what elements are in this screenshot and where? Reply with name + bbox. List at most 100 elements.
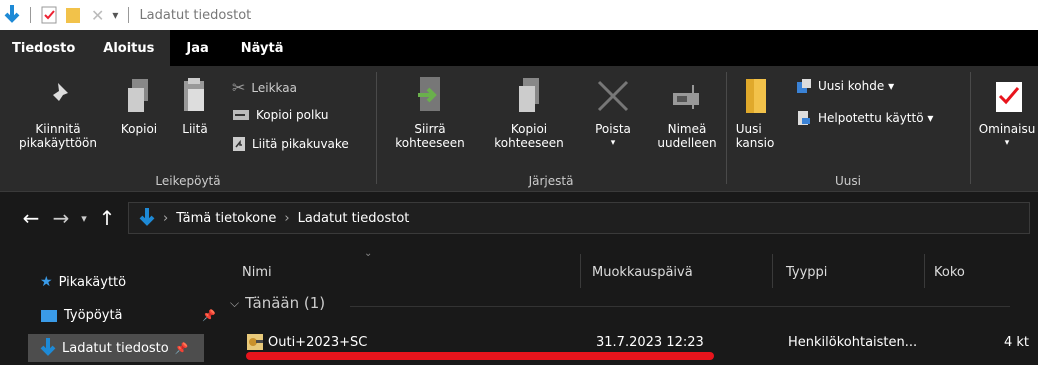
cut-button[interactable]: ✂ Leikkaa — [232, 78, 297, 97]
recent-locations-chevron-icon[interactable]: ▾ — [76, 212, 92, 225]
cut-label: Leikkaa — [251, 80, 297, 95]
tab-share[interactable]: Jaa — [170, 30, 224, 66]
properties-label: Ominaisu — [978, 122, 1036, 136]
quick-access-toolbar: ✕ ▾ — [0, 5, 131, 25]
properties-icon[interactable] — [41, 6, 57, 24]
column-header-size[interactable]: Koko — [934, 252, 965, 292]
ribbon-tabs: Tiedosto Aloitus Jaa Näytä — [0, 30, 1038, 66]
paste-label: Liitä — [182, 122, 208, 136]
copy-label: Kopioi — [120, 122, 158, 136]
group-label: Tänään (1) — [245, 294, 326, 312]
downloads-folder-icon — [139, 208, 155, 226]
group-header-today[interactable]: ⌵ Tänään (1) — [230, 294, 1010, 312]
toolbar-divider — [128, 7, 130, 23]
breadcrumb-separator-icon: › — [284, 210, 290, 226]
delete-x-icon — [597, 80, 629, 112]
clipboard-group: Kiinnitä pikakäyttöön Kopioi Liitä ✂ Lei… — [0, 66, 376, 192]
ribbon-divider — [970, 72, 971, 184]
back-arrow-icon[interactable]: ← — [16, 206, 46, 230]
nav-item-label: Pikakäyttö — [58, 274, 127, 290]
move-to-label: Siirrä kohteeseen — [395, 122, 465, 150]
paste-button[interactable]: Liitä — [172, 70, 218, 136]
new-item-button[interactable]: Uusi kohde ▾ — [796, 78, 894, 94]
nav-item-quick-access[interactable]: ★ Pikakäyttö — [40, 274, 126, 290]
pin-icon: 📌 — [174, 341, 189, 355]
new-folder-icon[interactable] — [65, 6, 83, 24]
up-arrow-icon[interactable]: ↑ — [92, 206, 122, 230]
tab-view[interactable]: Näytä — [225, 30, 300, 66]
sort-chevron-icon: ⌄ — [364, 248, 373, 259]
new-group: Uusi kansio Uusi kohde ▾ Helpotettu käyt… — [726, 66, 970, 192]
ribbon: Kiinnitä pikakäyttöön Kopioi Liitä ✂ Lei… — [0, 66, 1038, 192]
customize-toolbar-icon[interactable]: ▾ — [112, 8, 118, 22]
organize-group: Siirrä kohteeseen Kopioi kohteeseen Pois… — [376, 66, 726, 192]
rename-button[interactable]: Nimeä uudelleen — [650, 70, 724, 150]
copy-to-label: Kopioi kohteeseen — [494, 122, 564, 150]
pin-button[interactable]: Kiinnitä pikakäyttöön — [6, 70, 110, 150]
easy-access-label: Helpotettu käyttö ▾ — [818, 111, 934, 125]
paste-shortcut-icon — [233, 137, 245, 151]
pin-label: Kiinnitä pikakäyttöön — [19, 122, 97, 150]
copy-to-icon — [519, 78, 539, 112]
breadcrumb[interactable]: › Tämä tietokone › Ladatut tiedostot — [128, 202, 1030, 234]
new-folder-label: Uusi kansio — [735, 122, 775, 150]
breadcrumb-separator-icon: › — [163, 210, 169, 226]
move-to-icon — [418, 77, 440, 111]
pin-icon — [48, 83, 68, 106]
title-bar: ✕ ▾ Ladatut tiedostot — [0, 0, 1038, 30]
group-divider — [350, 306, 1010, 307]
download-arrow-icon — [4, 5, 20, 23]
file-size: 4 kt — [1004, 334, 1030, 350]
delete-button[interactable]: Poista ▾ — [586, 70, 640, 150]
column-divider — [580, 254, 581, 288]
scissors-icon: ✂ — [232, 78, 246, 97]
file-type: Henkilökohtaisten... — [788, 334, 918, 350]
copy-path-button[interactable]: Kopioi polku — [232, 108, 329, 122]
file-modified: 31.7.2023 12:23 — [596, 334, 704, 350]
copy-button[interactable]: Kopioi — [112, 70, 166, 136]
chevron-down-icon: ▾ — [610, 138, 616, 148]
navigation-pane: ★ Pikakäyttö Työpöytä 📌 Ladatut tiedosto… — [0, 244, 218, 365]
pin-icon: 📌 — [202, 309, 216, 322]
nav-item-desktop[interactable]: Työpöytä 📌 — [40, 308, 216, 323]
move-to-button[interactable]: Siirrä kohteeseen — [382, 70, 478, 150]
highlight-underline — [246, 352, 714, 360]
close-icon[interactable]: ✕ — [91, 6, 104, 25]
certificate-file-icon — [247, 334, 263, 350]
rename-label: Nimeä uudelleen — [657, 122, 717, 150]
breadcrumb-item-this-pc[interactable]: Tämä tietokone — [176, 211, 276, 226]
toolbar-divider — [30, 7, 31, 23]
column-header-modified[interactable]: Muokkauspäivä — [592, 252, 693, 292]
chevron-down-icon: ▾ — [1004, 138, 1010, 148]
desktop-icon — [41, 309, 57, 322]
file-list: ⌄ Nimi Muokkauspäivä Tyyppi Koko ⌵ Tänää… — [218, 244, 1038, 365]
paste-shortcut-button[interactable]: Liitä pikakuvake — [232, 136, 349, 152]
new-folder-button[interactable]: Uusi kansio — [732, 70, 778, 150]
file-name: Outi+2023+SC — [268, 334, 368, 350]
new-item-label: Uusi kohde ▾ — [818, 79, 895, 93]
folder-icon — [746, 79, 766, 113]
forward-arrow-icon[interactable]: → — [46, 206, 76, 230]
column-header-type[interactable]: Tyyppi — [786, 252, 827, 292]
copy-to-button[interactable]: Kopioi kohteeseen — [482, 70, 576, 150]
address-bar-row: ← → ▾ ↑ › Tämä tietokone › Ladatut tiedo… — [0, 192, 1038, 244]
copy-path-label: Kopioi polku — [256, 108, 329, 122]
nav-item-downloads[interactable]: Ladatut tiedosto 📌 — [28, 334, 204, 362]
star-icon: ★ — [40, 274, 53, 290]
copy-icon — [128, 79, 148, 112]
window-title: Ladatut tiedostot — [139, 7, 252, 23]
easy-access-button[interactable]: Helpotettu käyttö ▾ — [796, 110, 933, 126]
paste-shortcut-label: Liitä pikakuvake — [252, 137, 349, 151]
column-header-name[interactable]: Nimi — [242, 252, 272, 292]
collapse-chevron-icon: ⌵ — [230, 295, 240, 310]
breadcrumb-item-downloads[interactable]: Ladatut tiedostot — [298, 211, 410, 226]
organize-group-label: Järjestä — [528, 174, 574, 188]
easy-access-icon — [798, 111, 810, 125]
new-group-label: Uusi — [835, 174, 861, 188]
delete-label: Poista — [595, 122, 631, 136]
tab-home[interactable]: Aloitus — [87, 30, 171, 66]
copy-path-icon — [233, 110, 249, 120]
nav-item-label: Työpöytä — [64, 308, 123, 323]
properties-button[interactable]: Ominaisu ▾ — [976, 70, 1038, 150]
tab-file[interactable]: Tiedosto — [0, 30, 88, 66]
